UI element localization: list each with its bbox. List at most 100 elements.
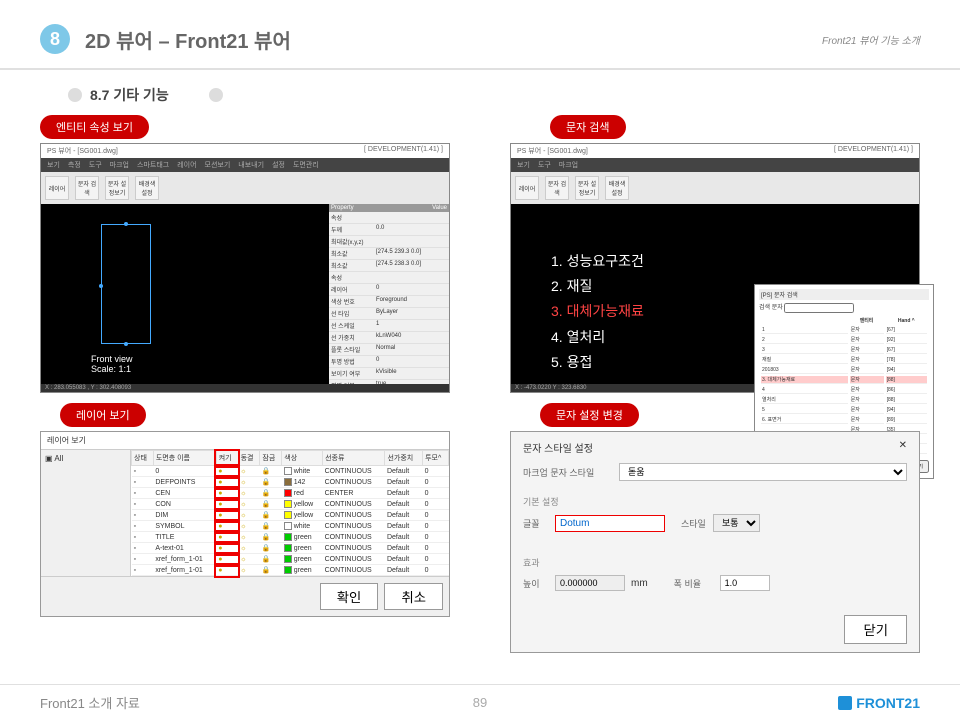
viewer-window: PS 뷰어 - [SG001.dwg] [ DEVELOPMENT(1.41) …	[40, 143, 450, 393]
layer-row[interactable]: ▫SYMBOL●☼🔒whiteCONTINUOUSDefault0	[132, 521, 449, 532]
text-list: 1. 성능요구조건 2. 재질 3. 대체가능재료 4. 열처리 5. 용접	[551, 249, 644, 375]
style-tag: 문자 설정 변경	[540, 403, 639, 427]
grip-icon[interactable]	[124, 342, 128, 346]
cancel-button[interactable]: 취소	[384, 583, 443, 610]
layer-row[interactable]: ▫DIM●☼🔒yellowCONTINUOUSDefault0	[132, 510, 449, 521]
layer-table: 상태도면층 이름 켜기동결잠금 색상선종류선가중치투모^ ▫0●☼🔒whiteC…	[131, 450, 449, 576]
selected-entity[interactable]	[101, 224, 151, 344]
ratio-input[interactable]	[720, 575, 770, 591]
menu-item[interactable]: 도구	[538, 160, 551, 170]
property-row: 최소값[274.5 238.3 0.0]	[329, 260, 449, 272]
window-titlebar: PS 뷰어 - [SG001.dwg] [ DEVELOPMENT(1.41) …	[41, 144, 449, 158]
property-row: 선 스케일1	[329, 320, 449, 332]
layer-dialog-title: 레이어 보기	[41, 432, 449, 450]
grip-icon[interactable]	[99, 284, 103, 288]
property-row: 선 타입ByLayer	[329, 308, 449, 320]
search-panel: 문자 검색 PS 뷰어 - [SG001.dwg] [ DEVELOPMENT(…	[510, 115, 920, 393]
menu-item[interactable]: 모션보기	[205, 160, 231, 170]
text-item: 2. 재질	[551, 274, 644, 299]
height-input[interactable]	[555, 575, 625, 591]
menu-item[interactable]: 마크업	[110, 160, 129, 170]
ribbon-search-button[interactable]: 문자 검색	[75, 176, 99, 200]
ribbon-search-button[interactable]: 문자 검색	[545, 176, 569, 200]
layer-row[interactable]: ▫TITLE●☼🔒greenCONTINUOUSDefault0	[132, 532, 449, 543]
property-row: 속성	[329, 272, 449, 284]
layer-row[interactable]: ▫CON●☼🔒yellowCONTINUOUSDefault0	[132, 499, 449, 510]
footer-logo: FRONT21	[838, 695, 920, 711]
menu-item[interactable]: 레이어	[177, 160, 196, 170]
ribbon: 레이어 문자 검색 문자 설정보기 배경색 설정	[41, 172, 449, 204]
menu-item[interactable]: 내보내기	[238, 160, 264, 170]
height-label: 높이	[523, 577, 549, 590]
entity-tag: 엔티티 속성 보기	[40, 115, 149, 139]
grip-icon[interactable]	[124, 222, 128, 226]
property-row: 플롯 스타일Normal	[329, 344, 449, 356]
search-result-row[interactable]: 4문자[86]	[761, 386, 927, 394]
page-number: 89	[473, 695, 487, 710]
menu-item[interactable]: 보기	[517, 160, 530, 170]
section-title: 8.7 기타 기능	[90, 85, 169, 105]
layer-row[interactable]: ▫DEFPOINTS●☼🔒142CONTINUOUSDefault0	[132, 477, 449, 488]
ribbon-textset-button[interactable]: 문자 설정보기	[105, 176, 129, 200]
close-icon[interactable]: ✕	[899, 440, 907, 455]
layer-tree[interactable]: ▣ All	[41, 450, 131, 576]
menu-item[interactable]: 스마트태그	[137, 160, 169, 170]
footer-title: Front21 소개 자료	[40, 693, 838, 712]
dialog-title: 문자 스타일 설정	[523, 440, 593, 455]
menu-item[interactable]: 도면관리	[293, 160, 319, 170]
menu-item[interactable]: 설정	[272, 160, 285, 170]
search-tag: 문자 검색	[550, 115, 626, 139]
ribbon-layer-button[interactable]: 레이어	[45, 176, 69, 200]
layer-dialog: 레이어 보기 ▣ All 상태도면층 이름 켜기동결잠금 색상선종류선가중치투모…	[40, 431, 450, 617]
property-row: 평면 여부true	[329, 380, 449, 384]
search-result-row[interactable]: 2문자[92]	[761, 336, 927, 344]
popup-title: [PS] 문자 검색	[759, 289, 929, 300]
prop-header: Value	[432, 205, 447, 211]
menubar: 보기 도구 마크업	[511, 158, 919, 172]
font-label: 글꼴	[523, 517, 549, 530]
text-item-highlighted: 3. 대체가능재료	[551, 299, 644, 324]
layer-row[interactable]: ▫CEN●☼🔒redCENTERDefault0	[132, 488, 449, 499]
drawing-canvas[interactable]: 1. 성능요구조건 2. 재질 3. 대체가능재료 4. 열처리 5. 용접 […	[511, 204, 919, 384]
search-label: 검색 문자	[759, 305, 783, 311]
ribbon: 레이어 문자 검색 문자 설정보기 배경색 설정	[511, 172, 919, 204]
dev-label: [ DEVELOPMENT(1.41) ]	[364, 146, 443, 156]
menu-item[interactable]: 마크업	[559, 160, 578, 170]
ribbon-textset-button[interactable]: 문자 설정보기	[575, 176, 599, 200]
layer-panel: 레이어 보기 레이어 보기 ▣ All 상태도면층 이름 켜기동결잠금 색상선종…	[40, 403, 450, 653]
view-label: Front viewScale: 1:1	[91, 354, 133, 374]
style-select[interactable]: 보통	[713, 514, 760, 532]
menu-item[interactable]: 도구	[89, 160, 102, 170]
search-result-row[interactable]: 3문자[67]	[761, 346, 927, 354]
layer-row[interactable]: ▫0●☼🔒whiteCONTINUOUSDefault0	[132, 466, 449, 477]
drawing-canvas[interactable]: Front viewScale: 1:1	[41, 204, 329, 384]
property-row: 선 가중치kLnW040	[329, 332, 449, 344]
ribbon-bgcolor-button[interactable]: 배경색 설정	[605, 176, 629, 200]
search-result-row[interactable]: 재질문자[78]	[761, 356, 927, 364]
menu-item[interactable]: 보기	[47, 160, 60, 170]
page-header: 8 2D 뷰어 – Front21 뷰어 Front21 뷰어 기능 소개	[0, 0, 960, 70]
property-row: 두께0.0	[329, 224, 449, 236]
page-footer: Front21 소개 자료 89 FRONT21	[0, 684, 960, 720]
mm-label: mm	[631, 578, 648, 589]
search-result-row[interactable]: 1문자[67]	[761, 326, 927, 334]
menu-item[interactable]: 측정	[68, 160, 81, 170]
font-select[interactable]: Dotum	[555, 515, 665, 532]
style-label: 스타일	[681, 517, 707, 530]
effect-group-label: 효과	[523, 556, 907, 569]
layer-row[interactable]: ▫A-text-01●☼🔒greenCONTINUOUSDefault0	[132, 543, 449, 554]
layer-row[interactable]: ▫xref_form_1-01●☼🔒greenCONTINUOUSDefault…	[132, 565, 449, 576]
markup-style-select[interactable]: 돋움	[619, 463, 907, 481]
search-input[interactable]	[784, 303, 854, 313]
search-result-row[interactable]: 3. 대체가능재료문자[88]	[761, 376, 927, 384]
close-button[interactable]: 닫기	[844, 615, 907, 644]
ok-button[interactable]: 확인	[320, 583, 379, 610]
ribbon-bgcolor-button[interactable]: 배경색 설정	[135, 176, 159, 200]
text-item: 1. 성능요구조건	[551, 249, 644, 274]
search-result-row[interactable]: 201803문자[94]	[761, 366, 927, 374]
property-row: 보이기 여부kVisible	[329, 368, 449, 380]
property-row: 투명 방법0	[329, 356, 449, 368]
layer-row[interactable]: ▫xref_form_1-01●☼🔒greenCONTINUOUSDefault…	[132, 554, 449, 565]
dot-icon	[209, 88, 223, 102]
ribbon-layer-button[interactable]: 레이어	[515, 176, 539, 200]
